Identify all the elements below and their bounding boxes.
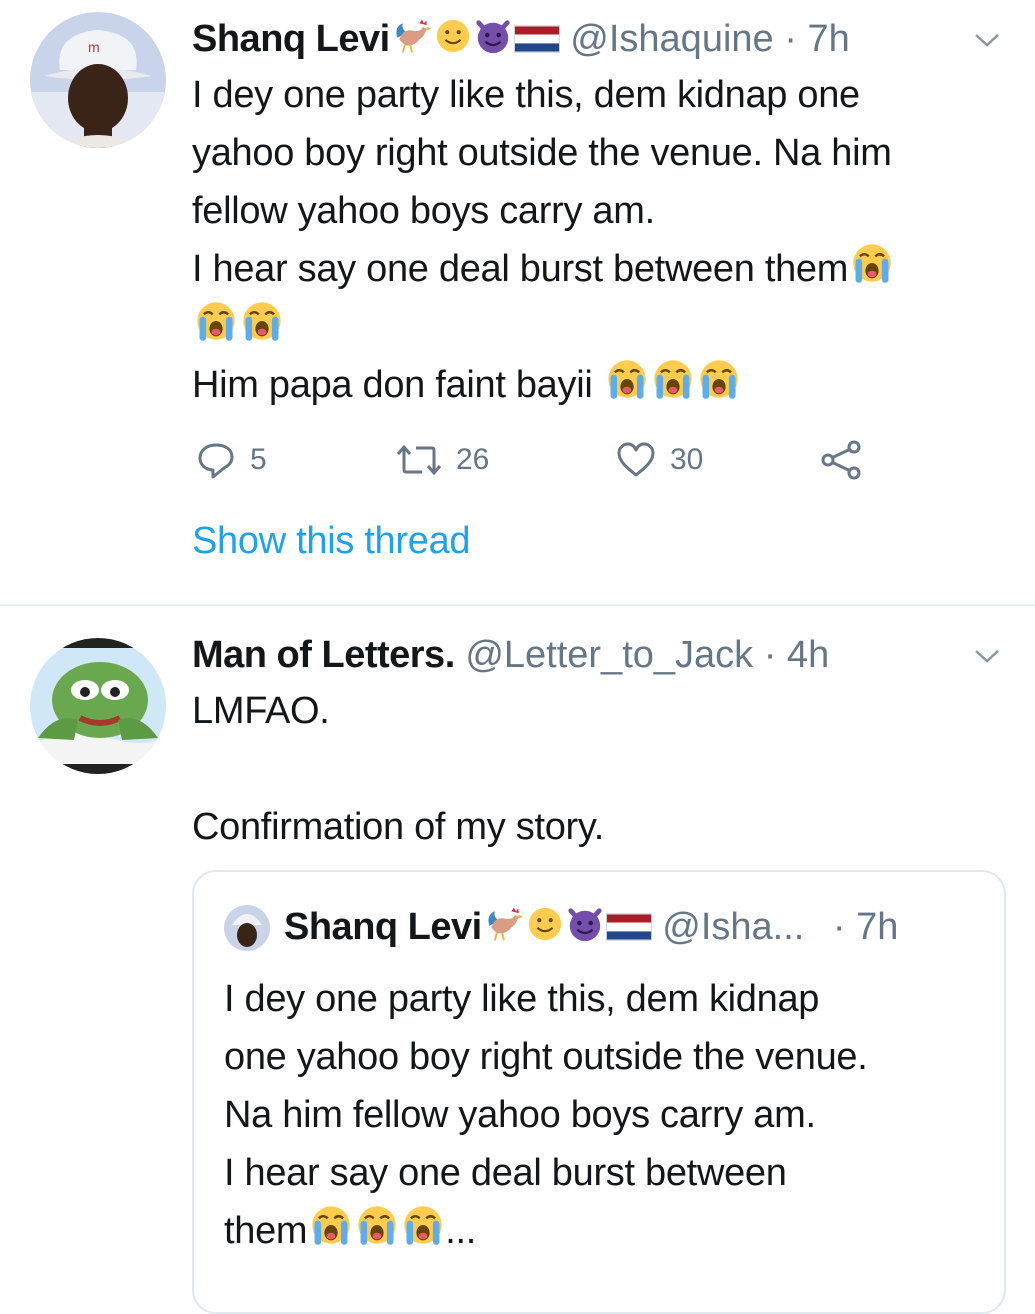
author-name[interactable]: Man of Letters. <box>192 634 455 676</box>
smiling-devil-emoji <box>474 17 512 55</box>
loudly-crying-face-emoji <box>401 1203 445 1247</box>
netherlands-flag-emoji <box>514 23 560 55</box>
tweet-time[interactable]: · 4h <box>764 634 829 676</box>
tweet-line: LMFAO. <box>192 690 330 732</box>
tweet-line-text: I hear say one deal burst between them <box>192 248 849 290</box>
show-thread-link[interactable]: Show this thread <box>192 520 471 563</box>
quoted-line: them... <box>224 1202 984 1260</box>
avatar[interactable] <box>30 638 166 774</box>
quoted-author-handle: @Isha... <box>662 906 805 948</box>
author-name[interactable]: Shanq Levi <box>192 18 390 60</box>
quoted-tweet-header: Shanq Levi @Isha... · 7h <box>224 902 984 952</box>
tweet-line: Confirmation of my story. <box>192 806 605 848</box>
retweet-button[interactable]: 26 <box>396 435 489 485</box>
tweet-actions: 5 26 30 <box>192 435 892 485</box>
rooster-emoji <box>392 17 432 55</box>
quoted-line: Na him fellow yahoo boys carry am. <box>224 1094 816 1136</box>
share-icon <box>821 440 861 480</box>
loudly-crying-face-emoji <box>194 299 238 343</box>
loudly-crying-face-emoji <box>309 1203 353 1247</box>
tweet-line: yahoo boy right outside the venue. Na hi… <box>192 132 892 174</box>
chevron-down-icon[interactable] <box>973 648 1001 664</box>
tweet-line-text: Him papa don faint bayii <box>192 364 593 406</box>
quoted-last-word: them <box>224 1210 308 1252</box>
tweet-time[interactable]: · 7h <box>784 18 849 60</box>
author-handle[interactable]: @Ishaquine <box>570 18 773 60</box>
smiling-devil-emoji <box>566 905 604 943</box>
reply-button[interactable]: 5 <box>196 435 267 485</box>
share-button[interactable] <box>820 435 876 485</box>
tweet-line: Him papa don faint bayii <box>192 356 1005 414</box>
tweet-header: Shanq Levi @Ishaquine · 7h <box>192 14 1005 64</box>
retweet-count: 26 <box>456 443 490 476</box>
retweet-icon <box>396 444 442 476</box>
reply-count: 5 <box>250 443 267 476</box>
loudly-crying-face-emoji <box>697 357 741 401</box>
smiling-face-emoji <box>434 17 472 55</box>
quoted-tweet-time: · 7h <box>832 906 899 948</box>
tweet-text: I dey one party like this, dem kidnap on… <box>192 66 1005 414</box>
ellipsis: ... <box>445 1210 477 1252</box>
like-count: 30 <box>670 443 704 476</box>
author-handle[interactable]: @Letter_to_Jack <box>465 634 753 676</box>
tweet-text: LMFAO. Confirmation of my story. <box>192 682 1005 856</box>
loudly-crying-face-emoji <box>850 241 894 285</box>
like-icon <box>617 442 655 477</box>
netherlands-flag-emoji <box>606 911 652 943</box>
quoted-avatar <box>224 905 270 951</box>
tweet-line: fellow yahoo boys carry am. <box>192 190 655 232</box>
quoted-line: I dey one party like this, dem kidnap <box>224 978 820 1020</box>
chevron-down-icon[interactable] <box>973 32 1001 48</box>
smiling-face-emoji <box>526 905 564 943</box>
loudly-crying-face-emoji <box>605 357 649 401</box>
quoted-line: I hear say one deal burst between <box>224 1152 787 1194</box>
loudly-crying-face-emoji <box>651 357 695 401</box>
tweet-shanq-levi[interactable]: m Shanq Levi @Ishaquine · 7h I dey one p… <box>0 0 1035 604</box>
quoted-line: one yahoo boy right outside the venue. <box>224 1036 868 1078</box>
quoted-author-name: Shanq Levi <box>284 906 482 948</box>
quoted-tweet-text: I dey one party like this, dem kidnap on… <box>224 970 984 1260</box>
loudly-crying-face-emoji <box>240 299 284 343</box>
tweet-line: I hear say one deal burst between them <box>192 240 1005 298</box>
svg-text:m: m <box>88 39 100 55</box>
rooster-emoji <box>484 905 524 943</box>
tweet-header: Man of Letters. @Letter_to_Jack · 4h <box>192 630 1005 680</box>
loudly-crying-face-emoji <box>355 1203 399 1247</box>
like-button[interactable]: 30 <box>616 435 703 485</box>
tweet-line: I dey one party like this, dem kidnap on… <box>192 74 860 116</box>
quoted-tweet[interactable]: Shanq Levi @Isha... · 7h I dey one party… <box>192 870 1006 1314</box>
avatar[interactable]: m <box>30 12 166 148</box>
emoji-line <box>192 298 1005 356</box>
reply-icon <box>198 443 234 479</box>
